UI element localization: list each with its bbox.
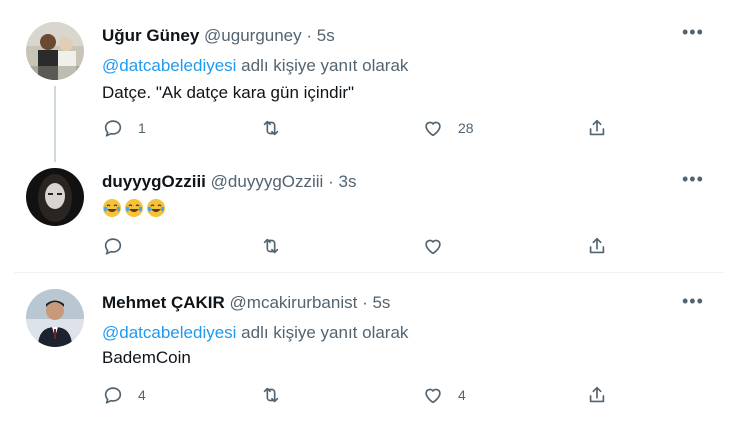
separator-dot: ·	[306, 26, 313, 45]
like-count: 28	[458, 120, 474, 136]
heart-icon	[425, 388, 441, 404]
heart-icon	[425, 121, 441, 137]
share-icon	[589, 386, 605, 403]
display-name[interactable]: duyyygOzziii	[102, 172, 206, 191]
tweet-actions: 1 28	[102, 116, 622, 140]
laughing-tears-emoji	[147, 199, 165, 217]
tweet-actions	[102, 234, 622, 258]
share-icon	[589, 237, 605, 254]
tweet-text	[102, 198, 168, 220]
replying-to-suffix: adlı kişiye yanıt olarak	[236, 56, 409, 75]
retweet-icon	[263, 120, 279, 136]
more-icon[interactable]: •••	[682, 291, 704, 312]
like-button[interactable]	[422, 234, 458, 258]
timestamp[interactable]: 3s	[338, 172, 356, 191]
replying-to-suffix: adlı kişiye yanıt olarak	[236, 323, 409, 342]
laughing-tears-emoji	[103, 199, 121, 217]
user-handle[interactable]: @ugurguney	[204, 26, 302, 45]
heart-icon	[425, 239, 441, 255]
reply-button[interactable]	[102, 234, 138, 258]
mention-link[interactable]: @datcabelediyesi	[102, 56, 236, 75]
tweet-text: Datçe. "Ak datçe kara gün içindir"	[102, 83, 355, 102]
reply-button[interactable]: 4	[102, 383, 146, 407]
laughing-tears-emoji	[125, 199, 143, 217]
retweet-button[interactable]	[260, 234, 296, 258]
like-button[interactable]: 4	[422, 383, 466, 407]
display-name[interactable]: Mehmet ÇAKIR	[102, 293, 225, 312]
share-button[interactable]	[586, 116, 608, 140]
share-button[interactable]	[586, 234, 608, 258]
user-handle[interactable]: @duyyygOzziii	[211, 172, 324, 191]
avatar[interactable]	[26, 289, 84, 347]
retweet-icon	[263, 387, 279, 403]
tweet-header: duyyygOzziii @duyyygOzziii · 3s	[102, 172, 356, 192]
avatar[interactable]	[26, 22, 84, 80]
tweet-mcakirurbanist[interactable]: Mehmet ÇAKIR @mcakirurbanist · 5s ••• @d…	[0, 273, 737, 424]
more-icon[interactable]: •••	[682, 169, 704, 190]
tweet-header: Uğur Güney @ugurguney · 5s	[102, 26, 335, 46]
tweet-duyyygozziii[interactable]: duyyygOzziii @duyyygOzziii · 3s •••	[0, 160, 737, 272]
reply-count: 4	[138, 387, 146, 403]
replying-to: @datcabelediyesi adlı kişiye yanıt olara…	[102, 323, 408, 343]
separator-dot: ·	[362, 293, 368, 312]
display-name[interactable]: Uğur Güney	[102, 26, 199, 45]
replying-to: @datcabelediyesi adlı kişiye yanıt olara…	[102, 56, 408, 76]
reply-button[interactable]: 1	[102, 116, 146, 140]
share-icon	[589, 119, 605, 136]
reply-icon	[104, 387, 122, 404]
reply-icon	[104, 238, 122, 255]
separator-dot: ·	[328, 172, 334, 191]
like-count: 4	[458, 387, 466, 403]
retweet-icon	[263, 238, 279, 254]
tweet-text: BademCoin	[102, 348, 191, 367]
reply-icon	[104, 120, 122, 137]
tweet-actions: 4 4	[102, 383, 622, 407]
timestamp[interactable]: 5s	[317, 26, 335, 45]
tweet-header: Mehmet ÇAKIR @mcakirurbanist · 5s	[102, 293, 390, 313]
retweet-button[interactable]	[260, 116, 296, 140]
share-button[interactable]	[586, 383, 608, 407]
more-icon[interactable]: •••	[682, 22, 704, 43]
mention-link[interactable]: @datcabelediyesi	[102, 323, 236, 342]
user-handle[interactable]: @mcakirurbanist	[230, 293, 358, 312]
like-button[interactable]: 28	[422, 116, 474, 140]
tweet-ugurguney[interactable]: Uğur Güney @ugurguney · 5s ••• @datcabel…	[0, 0, 737, 160]
avatar[interactable]	[26, 168, 84, 226]
retweet-button[interactable]	[260, 383, 296, 407]
timestamp[interactable]: 5s	[372, 293, 390, 312]
reply-count: 1	[138, 120, 146, 136]
